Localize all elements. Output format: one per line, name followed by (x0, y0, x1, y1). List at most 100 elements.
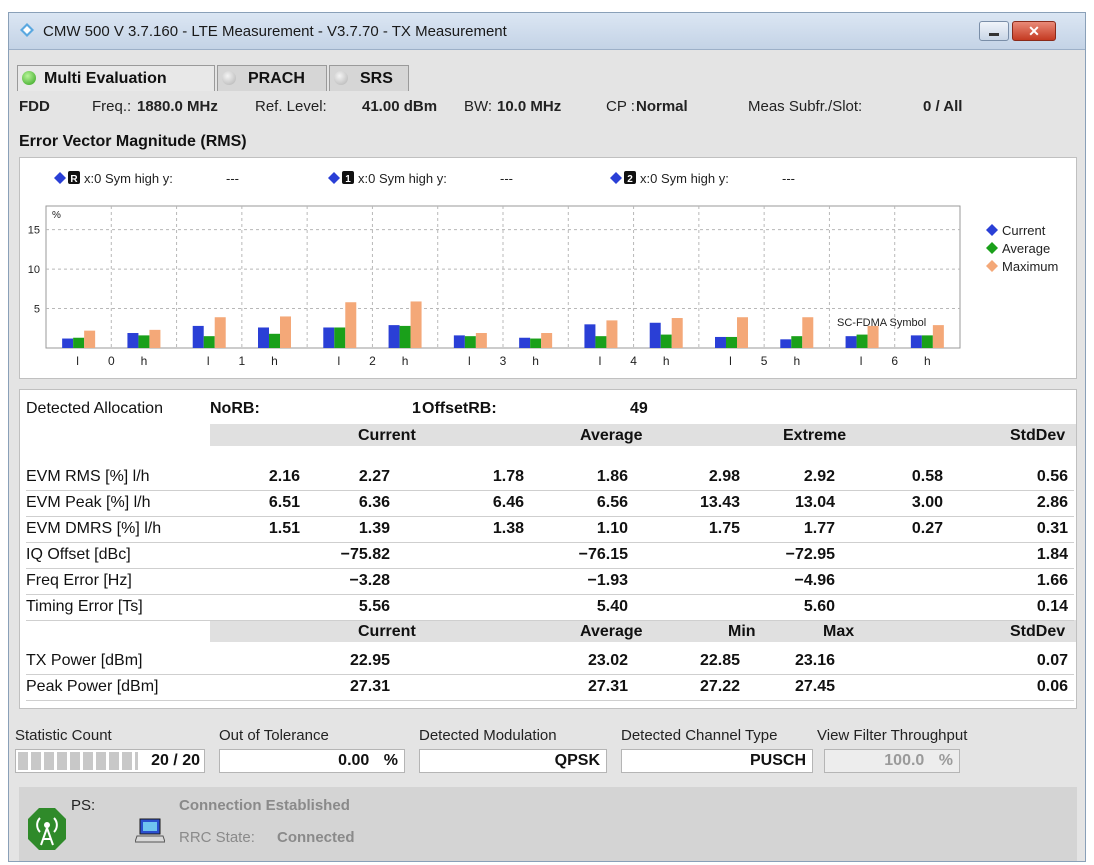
bar-current (519, 337, 531, 348)
bar-average (334, 327, 346, 348)
tab-multi-evaluation[interactable]: Multi Evaluation (17, 65, 215, 91)
bar-average (856, 334, 868, 348)
x-tick-label: l (599, 354, 602, 368)
bar-average (791, 336, 803, 348)
table-cell: 0.27 (911, 520, 943, 537)
bw-value: 10.0 MHz (497, 98, 562, 115)
table-cell: 2.92 (803, 468, 835, 485)
table-cell: 0.14 (1036, 598, 1068, 615)
table-cell: 27.31 (349, 678, 390, 695)
norb-value: 1 (412, 400, 421, 417)
bar-average (530, 338, 542, 348)
bar-current (584, 324, 596, 348)
table-cell: −75.82 (340, 546, 390, 563)
offsetrb-value: 49 (630, 400, 648, 417)
tab-prach[interactable]: PRACH (217, 65, 327, 91)
col-current: Current (358, 427, 416, 444)
y-tick-label: 5 (34, 304, 40, 316)
table-cell: 2.16 (268, 468, 300, 485)
table-cell: 5.60 (803, 598, 835, 615)
bar-current (192, 325, 204, 348)
norb-label: NoRB: (210, 400, 260, 417)
col-average: Average (580, 427, 643, 444)
evm-chart-panel: Rx:0 Sym high y: --- 1 x:0 Sym high y: --- 2 x… (19, 157, 1077, 379)
app-logo-icon (20, 23, 34, 37)
row-label: EVM RMS [%] l/h (26, 468, 150, 485)
x-tick-label: h (793, 354, 800, 368)
view-filter-throughput-label: View Filter Throughput (817, 727, 968, 744)
table-cell: 5.40 (596, 598, 628, 615)
detected-modulation-field: QPSK (419, 749, 607, 773)
legend-marker-icon (986, 224, 998, 236)
x-tick-label: 5 (761, 354, 768, 368)
bar-average (726, 336, 737, 348)
table-cell: 1.86 (596, 468, 628, 485)
table-cell: 0.07 (1036, 652, 1068, 669)
ps-label: PS: (71, 797, 96, 814)
row-label: TX Power [dBm] (26, 652, 143, 669)
ref-level-label: Ref. Level: (255, 98, 327, 115)
x-tick-label: h (532, 354, 539, 368)
table-cell: −1.93 (587, 572, 628, 589)
antenna-icon (28, 808, 66, 850)
x-tick-label: l (729, 354, 732, 368)
minimize-button[interactable] (979, 21, 1009, 41)
x-tick-label: l (468, 354, 471, 368)
subframe-value: 0 / All (923, 98, 963, 115)
close-button[interactable]: ✕ (1012, 21, 1056, 41)
table-cell: 13.04 (794, 494, 835, 511)
row-divider (26, 620, 1074, 621)
legend-marker-icon (986, 260, 998, 272)
rrc-state-value: Connected (277, 829, 355, 846)
table-cell: 1.84 (1036, 546, 1068, 563)
out-of-tolerance-field: 0.00 % (219, 749, 405, 773)
bar-average (921, 335, 933, 348)
bar-maximum (606, 320, 618, 348)
table-cell: −72.95 (785, 546, 835, 563)
cp-value: Normal (636, 98, 688, 115)
window-title: CMW 500 V 3.7.160 - LTE Measurement - V3… (43, 23, 507, 40)
row-divider (26, 594, 1074, 595)
row-label: Timing Error [Ts] (26, 598, 143, 615)
tab-srs[interactable]: SRS (329, 65, 409, 91)
table-cell: 1.78 (492, 468, 524, 485)
row-label: EVM DMRS [%] l/h (26, 520, 162, 537)
table-cell: 1.38 (492, 520, 524, 537)
table-cell: 1.51 (268, 520, 300, 537)
bar-current (910, 335, 922, 348)
bar-current (258, 327, 269, 348)
marker-text: x:0 Sym high y: (358, 171, 447, 186)
marker-value: --- (500, 171, 513, 186)
x-tick-label: 2 (369, 354, 376, 368)
bar-current (649, 322, 661, 348)
table-cell: 0.56 (1036, 468, 1068, 485)
table-cell: 1.75 (708, 520, 740, 537)
row-divider (26, 674, 1074, 675)
bar-average (203, 336, 215, 348)
x-axis-annotation: SC-FDMA Symbol (837, 317, 926, 329)
connection-status-panel: PS: Connection Established RRC State: Co… (19, 787, 1077, 861)
x-tick-label: h (271, 354, 278, 368)
out-of-tolerance-label: Out of Tolerance (219, 727, 329, 744)
table-cell: 1.10 (596, 520, 628, 537)
table-cell: 13.43 (699, 494, 740, 511)
duplex-mode: FDD (19, 98, 50, 115)
table-cell: 23.02 (587, 652, 628, 669)
col-stddev: StdDev (1010, 427, 1066, 444)
x-tick-label: h (141, 354, 148, 368)
col2-max: Max (823, 623, 855, 640)
table-cell: 1.66 (1036, 572, 1068, 589)
table-cell: 5.56 (358, 598, 390, 615)
marker-text: x:0 Sym high y: (640, 171, 729, 186)
bar-current (388, 325, 400, 348)
table-cell: −76.15 (578, 546, 628, 563)
cp-label: CP : (606, 98, 635, 115)
x-tick-label: 4 (630, 354, 637, 368)
table-cell: 6.36 (358, 494, 390, 511)
rrc-state-label: RRC State: (179, 829, 255, 846)
bar-maximum (671, 318, 683, 348)
table-cell: 1.77 (803, 520, 835, 537)
bar-maximum (932, 325, 944, 348)
table-cell: 6.56 (596, 494, 628, 511)
table-cell: 3.00 (911, 494, 943, 511)
